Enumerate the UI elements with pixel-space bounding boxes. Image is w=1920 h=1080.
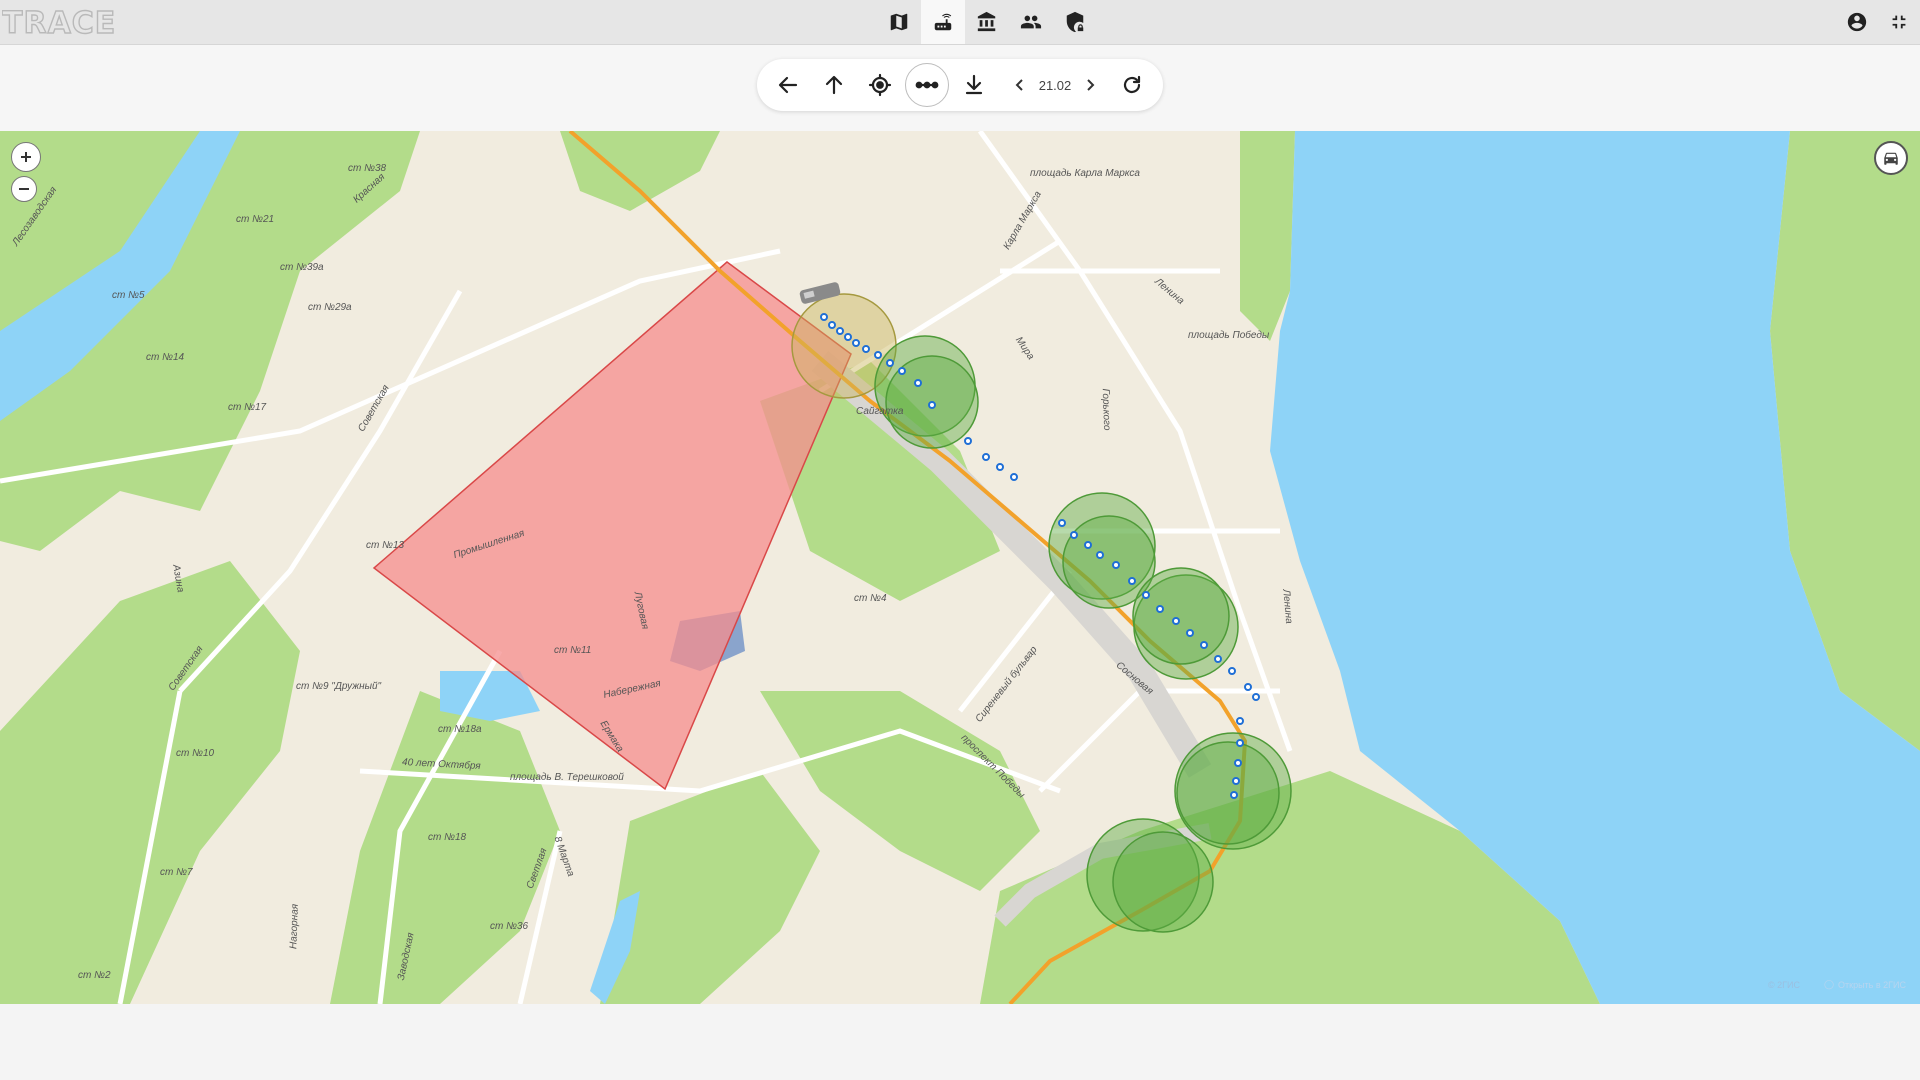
nav-tab-users[interactable] bbox=[1009, 0, 1053, 44]
main-nav bbox=[877, 0, 1097, 44]
map-label: ст №38 bbox=[348, 163, 387, 174]
route-button[interactable] bbox=[905, 63, 949, 107]
map-layers-button[interactable] bbox=[1874, 141, 1908, 175]
minus-icon bbox=[19, 188, 29, 190]
map-label: ст №10 bbox=[176, 748, 215, 759]
account-button[interactable] bbox=[1836, 0, 1878, 44]
map-view[interactable]: площадь Карла Маркса площадь Победы площ… bbox=[0, 131, 1920, 1004]
download-button[interactable] bbox=[951, 62, 997, 108]
map-label: ст №18 bbox=[428, 832, 467, 843]
chevron-left-icon bbox=[1015, 79, 1023, 91]
map-label: ст №13 bbox=[366, 540, 405, 551]
people-icon bbox=[1020, 15, 1042, 29]
chevron-right-icon bbox=[1087, 79, 1095, 91]
nav-tab-devices[interactable] bbox=[921, 0, 965, 44]
map-label: ст №5 bbox=[112, 290, 145, 301]
prev-date-button[interactable] bbox=[1007, 65, 1033, 105]
map-label: ст №21 bbox=[236, 214, 275, 225]
map-label: ст №7 bbox=[160, 867, 193, 878]
fullscreen-exit-icon bbox=[1892, 15, 1906, 29]
account-circle-icon bbox=[1847, 12, 1867, 32]
date-selector: 21.02 bbox=[1007, 65, 1103, 105]
refresh-icon bbox=[1123, 75, 1141, 94]
zoom-in-button[interactable] bbox=[11, 142, 41, 172]
map-label: ст №29а bbox=[308, 302, 352, 313]
zoom-out-button[interactable] bbox=[11, 176, 37, 202]
plus-icon bbox=[21, 152, 31, 162]
map-label: ст №4 bbox=[854, 593, 887, 604]
map-label: площадь В. Терешковой bbox=[510, 772, 624, 783]
shield-lock-icon bbox=[1066, 11, 1084, 33]
map-label: площадь Победы bbox=[1188, 330, 1270, 341]
map-icon bbox=[890, 13, 908, 31]
nav-tab-map[interactable] bbox=[877, 0, 921, 44]
top-right-controls bbox=[1836, 0, 1920, 44]
my-location-icon bbox=[868, 73, 892, 97]
download-icon bbox=[965, 74, 983, 95]
map-label: ст №9 "Дружный" bbox=[296, 681, 382, 692]
fullscreen-exit-button[interactable] bbox=[1878, 0, 1920, 44]
bank-icon bbox=[977, 11, 996, 32]
nav-tab-security[interactable] bbox=[1053, 0, 1097, 44]
map-label: ст №17 bbox=[228, 402, 267, 413]
router-icon bbox=[934, 13, 952, 31]
arrow-back-icon bbox=[778, 76, 798, 94]
map-label: ст №18а bbox=[438, 724, 482, 735]
map-label: ст №39а bbox=[280, 262, 324, 273]
map-label: ст №2 bbox=[78, 970, 111, 981]
up-button[interactable] bbox=[811, 62, 857, 108]
nav-tab-organizations[interactable] bbox=[965, 0, 1009, 44]
arrow-up-icon bbox=[825, 75, 843, 95]
current-date: 21.02 bbox=[1038, 77, 1072, 93]
locate-button[interactable] bbox=[857, 62, 903, 108]
footer-area bbox=[0, 1004, 1920, 1080]
map-label: площадь Карла Маркса bbox=[1030, 168, 1140, 179]
geofence-circles[interactable] bbox=[791, 293, 1292, 933]
2gis-icon: ◯ bbox=[1823, 979, 1835, 989]
map-label: ст №36 bbox=[490, 921, 529, 932]
top-bar: TRACE bbox=[0, 0, 1920, 45]
open-2gis-label: Открыть в 2ГИС bbox=[1838, 979, 1906, 990]
svg-text:TRACE: TRACE bbox=[2, 6, 116, 38]
car-icon bbox=[1884, 152, 1898, 165]
track-toolbar: 21.02 bbox=[757, 59, 1163, 111]
map-attribution: © 2ГИС bbox=[1768, 980, 1800, 990]
toolbar-area: 21.02 bbox=[0, 45, 1920, 131]
back-button[interactable] bbox=[765, 62, 811, 108]
route-dots-icon bbox=[915, 81, 939, 89]
map-label: Горького bbox=[1099, 388, 1113, 431]
map-label: Нагорная bbox=[288, 903, 301, 950]
map-label: Сайгатка bbox=[856, 406, 904, 417]
map-label: ст №14 bbox=[146, 352, 185, 363]
open-in-2gis-link[interactable]: ◯ Открыть в 2ГИС bbox=[1824, 979, 1906, 990]
next-date-button[interactable] bbox=[1077, 65, 1103, 105]
app-logo: TRACE bbox=[2, 6, 116, 38]
refresh-button[interactable] bbox=[1109, 62, 1155, 108]
map-label: ст №11 bbox=[554, 645, 592, 656]
